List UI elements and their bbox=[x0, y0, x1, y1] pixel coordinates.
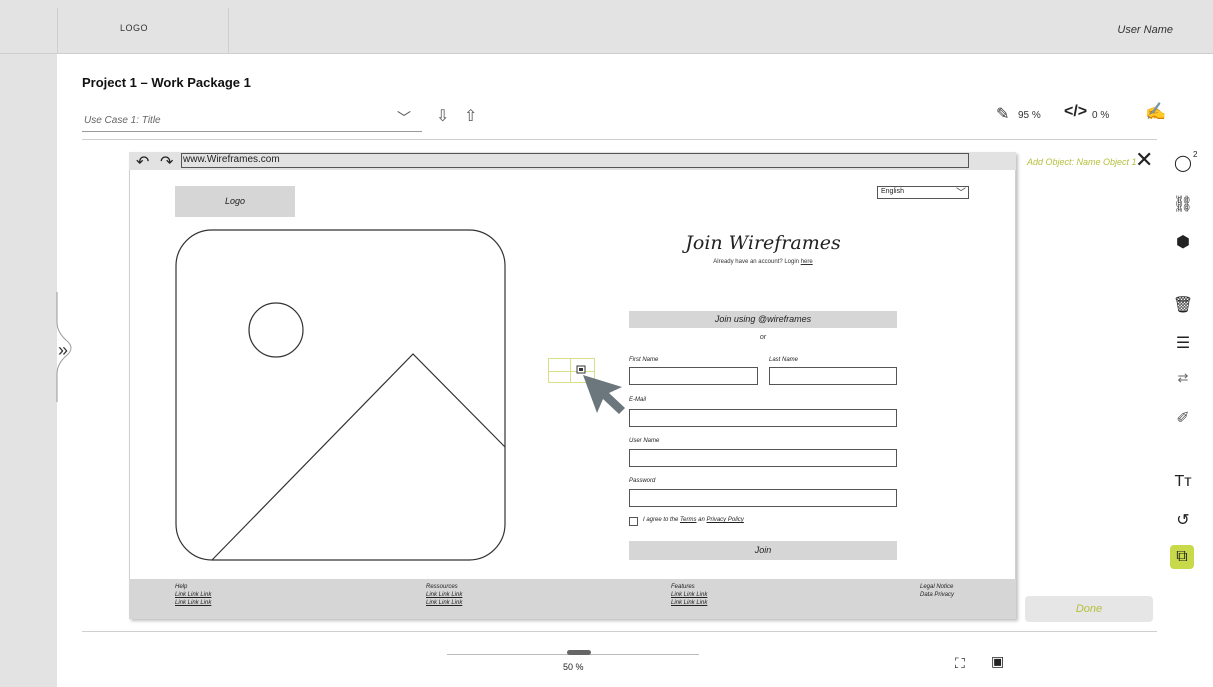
password-field[interactable] bbox=[629, 489, 897, 507]
agree-text: I agree to the Terms an Privacy Policy bbox=[643, 517, 744, 523]
user-name-field[interactable] bbox=[629, 449, 897, 467]
footer-title: Features bbox=[671, 584, 695, 590]
mouse-cursor-icon bbox=[576, 365, 625, 414]
footer-title: Help bbox=[175, 584, 188, 590]
terms-link[interactable]: Terms bbox=[680, 517, 696, 523]
last-name-field[interactable] bbox=[769, 367, 897, 385]
cube-icon[interactable]: ⬢ bbox=[1170, 232, 1196, 252]
first-name-field[interactable] bbox=[629, 367, 758, 385]
chevron-down-icon[interactable]: ﹀ bbox=[397, 108, 411, 128]
project-title: Project 1 – Work Package 1 bbox=[82, 75, 251, 90]
trash-icon[interactable]: 🗑 bbox=[1170, 295, 1196, 315]
code-percentage: 0 % bbox=[1092, 110, 1110, 121]
last-name-label: Last Name bbox=[769, 357, 799, 363]
link-icon[interactable]: ⛓ bbox=[1170, 194, 1196, 214]
footer-links[interactable]: Link Link Link bbox=[175, 599, 211, 607]
text-size-icon[interactable]: Tт bbox=[1170, 473, 1196, 491]
url-field[interactable] bbox=[181, 153, 969, 168]
join-subtitle-text: Already have an account? Login bbox=[713, 259, 800, 265]
footer-links[interactable]: Link Link Link bbox=[426, 599, 462, 607]
agree-checkbox[interactable] bbox=[629, 517, 638, 526]
or-separator: or bbox=[759, 334, 767, 341]
footer-column-features: Features Link Link Link Link Link Link bbox=[671, 583, 707, 607]
done-button[interactable]: Done bbox=[1025, 596, 1153, 622]
code-icon[interactable]: </> bbox=[1064, 103, 1087, 121]
legal-notice-link[interactable]: Legal Notice bbox=[920, 583, 954, 591]
calendar-icon[interactable]: ▣ bbox=[991, 653, 1004, 670]
undo-icon[interactable]: ↶ bbox=[136, 152, 149, 172]
fullscreen-icon[interactable]: ⛶ bbox=[955, 655, 965, 672]
footer-links[interactable]: Link Link Link bbox=[671, 591, 707, 599]
email-field[interactable] bbox=[629, 409, 897, 427]
upload-icon[interactable]: ⇧ bbox=[464, 106, 477, 126]
image-placeholder[interactable] bbox=[175, 229, 506, 561]
pencil-percentage: 95 % bbox=[1018, 110, 1041, 121]
numbered-list-icon[interactable]: ☰ bbox=[1170, 333, 1196, 353]
user-name-label: User Name bbox=[629, 438, 660, 444]
data-privacy-link[interactable]: Data Privacy bbox=[920, 591, 954, 599]
privacy-policy-link[interactable]: Privacy Policy bbox=[707, 517, 744, 523]
use-case-label: Use Case 1: Title bbox=[84, 115, 161, 126]
footer-title: Ressources bbox=[426, 584, 458, 590]
login-link[interactable]: here bbox=[801, 259, 813, 265]
app-logo[interactable]: LOGO bbox=[120, 23, 148, 33]
swap-icon[interactable]: ⇄ bbox=[1170, 370, 1196, 386]
history-icon[interactable]: ↺ bbox=[1170, 510, 1196, 530]
zoom-level: 50 % bbox=[563, 662, 584, 672]
add-object-label: Add Object: Name Object 1 bbox=[1027, 157, 1137, 167]
layers-icon[interactable]: ⧉ bbox=[1170, 545, 1194, 569]
divider bbox=[82, 631, 1157, 632]
user-name-menu[interactable]: User Name bbox=[1117, 24, 1173, 36]
divider bbox=[82, 139, 1157, 140]
footer-column-help: Help Link Link Link Link Link Link bbox=[175, 583, 211, 607]
url-text: www.Wireframes.com bbox=[183, 154, 280, 165]
footer-links[interactable]: Link Link Link bbox=[671, 599, 707, 607]
first-name-label: First Name bbox=[629, 357, 659, 363]
join-title: Join Wireframes bbox=[685, 232, 841, 254]
agree-prefix: I agree to the bbox=[643, 517, 679, 523]
join-using-button[interactable]: Join using @wireframes bbox=[629, 311, 897, 328]
left-gutter bbox=[0, 54, 57, 687]
agree-mid: an bbox=[698, 517, 705, 523]
language-value: English bbox=[881, 188, 904, 195]
zoom-slider-handle[interactable] bbox=[567, 650, 591, 655]
download-icon[interactable]: ⇩ bbox=[436, 106, 449, 126]
wireframe-footer bbox=[129, 579, 1016, 619]
join-subtitle: Already have an account? Login here bbox=[630, 259, 896, 265]
expand-icon[interactable]: » bbox=[58, 340, 68, 361]
footer-links[interactable]: Link Link Link bbox=[426, 591, 462, 599]
sign-icon[interactable]: ✍ bbox=[1145, 102, 1166, 122]
pencil-icon[interactable]: ✎ bbox=[996, 104, 1009, 124]
chevron-down-icon[interactable]: ﹀ bbox=[956, 184, 966, 199]
wireframe-logo-text: Logo bbox=[224, 196, 246, 206]
footer-column-ressources: Ressources Link Link Link Link Link Link bbox=[426, 583, 462, 607]
comment-count-badge: 2 bbox=[1193, 150, 1198, 159]
selection-guide-v bbox=[570, 358, 571, 383]
join-button[interactable]: Join bbox=[629, 541, 897, 560]
password-label: Password bbox=[629, 478, 656, 484]
close-icon[interactable]: ✕ bbox=[1135, 147, 1153, 173]
redo-icon[interactable]: ↷ bbox=[160, 152, 173, 172]
footer-column-legal: Legal Notice Data Privacy bbox=[920, 583, 954, 599]
brush-icon[interactable]: ✐ bbox=[1170, 408, 1196, 428]
footer-links[interactable]: Link Link Link bbox=[175, 591, 211, 599]
